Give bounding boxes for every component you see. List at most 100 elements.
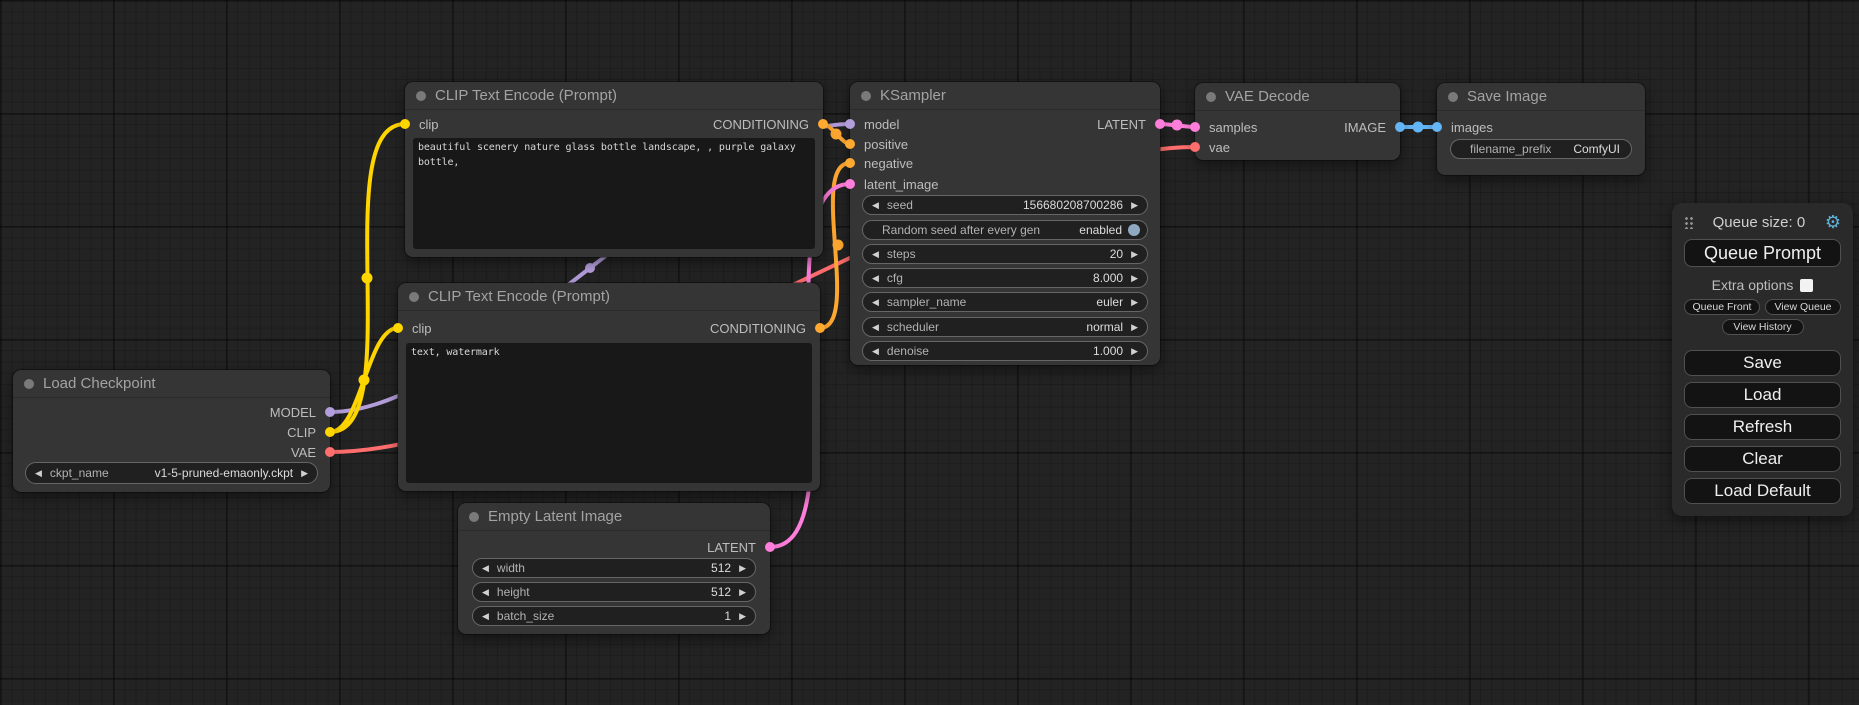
increment-arrow-icon[interactable]: ▶ [739,612,746,621]
increment-arrow-icon[interactable]: ▶ [1131,250,1138,259]
node-title-bar[interactable]: CLIP Text Encode (Prompt) [398,283,820,311]
node-title: Load Checkpoint [43,375,156,392]
clear-button[interactable]: Clear [1684,446,1841,472]
vae-output-port[interactable] [325,447,335,457]
latent-output-port[interactable] [1155,119,1165,129]
latent-image-input-slot: latent_image [850,174,1160,194]
model-output-label: MODEL [270,405,316,420]
scheduler-widget[interactable]: ◀ scheduler normal ▶ [862,317,1148,337]
node-title-bar[interactable]: VAE Decode [1195,83,1400,111]
node-save-image[interactable]: Save Image images filename_prefix ComfyU… [1437,83,1645,175]
node-title: Empty Latent Image [488,508,622,525]
node-empty-latent-image[interactable]: Empty Latent Image LATENT ◀ width 512 ▶ … [458,503,770,634]
latent-output-port[interactable] [765,542,775,552]
collapse-dot-icon[interactable] [1206,92,1216,102]
extra-options-label: Extra options [1712,277,1794,293]
ckpt-name-widget[interactable]: ◀ ckpt_name v1-5-pruned-emaonly.ckpt ▶ [25,462,318,484]
collapse-dot-icon[interactable] [1448,92,1458,102]
random-seed-toggle-widget[interactable]: Random seed after every gen enabled [862,220,1148,240]
queue-menu-panel: Queue size: 0 ⚙ Queue Prompt Extra optio… [1672,203,1853,516]
positive-input-slot: positive [850,134,1160,154]
decrement-arrow-icon[interactable]: ◀ [482,564,489,573]
link-middot-cond-neg [833,240,844,251]
conditioning-output-port[interactable] [818,119,828,129]
collapse-dot-icon[interactable] [469,512,479,522]
width-widget[interactable]: ◀ width 512 ▶ [472,558,756,578]
increment-arrow-icon[interactable]: ▶ [739,564,746,573]
node-title-bar[interactable]: Load Checkpoint [13,370,330,398]
decrement-arrow-icon[interactable]: ◀ [482,588,489,597]
node-load-checkpoint[interactable]: Load Checkpoint MODEL CLIP VAE ◀ ckpt_na… [13,370,330,492]
collapse-dot-icon[interactable] [861,91,871,101]
refresh-button[interactable]: Refresh [1684,414,1841,440]
images-input-port[interactable] [1432,122,1442,132]
denoise-widget[interactable]: ◀ denoise 1.000 ▶ [862,341,1148,361]
node-title-bar[interactable]: KSampler [850,82,1160,110]
cfg-widget[interactable]: ◀ cfg 8.000 ▶ [862,268,1148,288]
decrement-arrow-icon[interactable]: ◀ [872,201,879,210]
negative-prompt-textarea[interactable]: text, watermark [406,343,812,483]
decrement-arrow-icon[interactable]: ◀ [872,298,879,307]
steps-widget[interactable]: ◀ steps 20 ▶ [862,244,1148,264]
sampler-name-widget[interactable]: ◀ sampler_name euler ▶ [862,292,1148,312]
increment-arrow-icon[interactable]: ▶ [1131,298,1138,307]
node-title-bar[interactable]: Empty Latent Image [458,503,770,531]
negative-input-port[interactable] [845,158,855,168]
positive-prompt-textarea[interactable]: beautiful scenery nature glass bottle la… [413,138,815,249]
increment-arrow-icon[interactable]: ▶ [1131,323,1138,332]
toggle-on-icon[interactable] [1128,224,1140,236]
image-output-port[interactable] [1395,122,1405,132]
node-vae-decode[interactable]: VAE Decode samples IMAGE vae [1195,83,1400,160]
increment-arrow-icon[interactable]: ▶ [301,469,308,478]
height-widget[interactable]: ◀ height 512 ▶ [472,582,756,602]
node-ksampler[interactable]: KSampler model LATENT positive negative … [850,82,1160,365]
increment-arrow-icon[interactable]: ▶ [739,588,746,597]
node-clip-text-encode-positive[interactable]: CLIP Text Encode (Prompt) clip CONDITION… [405,82,823,257]
queue-prompt-button[interactable]: Queue Prompt [1684,239,1841,267]
positive-input-port[interactable] [845,139,855,149]
queue-front-button[interactable]: Queue Front [1684,299,1760,315]
decrement-arrow-icon[interactable]: ◀ [872,347,879,356]
increment-arrow-icon[interactable]: ▶ [1131,347,1138,356]
view-queue-button[interactable]: View Queue [1765,299,1841,315]
latent-image-input-port[interactable] [845,179,855,189]
widget-value: v1-5-pruned-emaonly.ckpt [155,466,294,480]
batch-size-widget[interactable]: ◀ batch_size 1 ▶ [472,606,756,626]
collapse-dot-icon[interactable] [24,379,34,389]
collapse-dot-icon[interactable] [416,91,426,101]
filename-prefix-widget[interactable]: filename_prefix ComfyUI [1450,139,1632,159]
clip-output-slot: CLIP [13,422,330,442]
view-history-button[interactable]: View History [1722,319,1804,335]
increment-arrow-icon[interactable]: ▶ [1131,201,1138,210]
increment-arrow-icon[interactable]: ▶ [1131,274,1138,283]
vae-output-label: VAE [291,445,316,460]
node-graph-canvas[interactable]: Load Checkpoint MODEL CLIP VAE ◀ ckpt_na… [0,0,1859,705]
decrement-arrow-icon[interactable]: ◀ [872,274,879,283]
collapse-dot-icon[interactable] [409,292,419,302]
settings-gear-icon[interactable]: ⚙ [1825,213,1841,231]
drag-handle-icon[interactable] [1684,215,1693,229]
node-title-bar[interactable]: Save Image [1437,83,1645,111]
decrement-arrow-icon[interactable]: ◀ [35,469,42,478]
conditioning-output-port[interactable] [815,323,825,333]
decrement-arrow-icon[interactable]: ◀ [482,612,489,621]
seed-widget[interactable]: ◀ seed 156680208700286 ▶ [862,195,1148,215]
widget-label: ckpt_name [50,466,109,480]
save-button[interactable]: Save [1684,350,1841,376]
extra-options-checkbox[interactable] [1800,279,1813,292]
decrement-arrow-icon[interactable]: ◀ [872,323,879,332]
clip-output-port[interactable] [325,427,335,437]
link-middot-image [1413,122,1424,133]
conditioning-output-slot: CONDITIONING [398,318,820,338]
node-title: VAE Decode [1225,88,1310,105]
load-default-button[interactable]: Load Default [1684,478,1841,504]
model-output-port[interactable] [325,407,335,417]
decrement-arrow-icon[interactable]: ◀ [872,250,879,259]
vae-input-port[interactable] [1190,142,1200,152]
link-middot-clip-neg [359,375,370,386]
link-middot-clip-pos [362,273,373,284]
node-clip-text-encode-negative[interactable]: CLIP Text Encode (Prompt) clip CONDITION… [398,283,820,491]
node-title-bar[interactable]: CLIP Text Encode (Prompt) [405,82,823,110]
load-button[interactable]: Load [1684,382,1841,408]
latent-output-label: LATENT [707,540,756,555]
